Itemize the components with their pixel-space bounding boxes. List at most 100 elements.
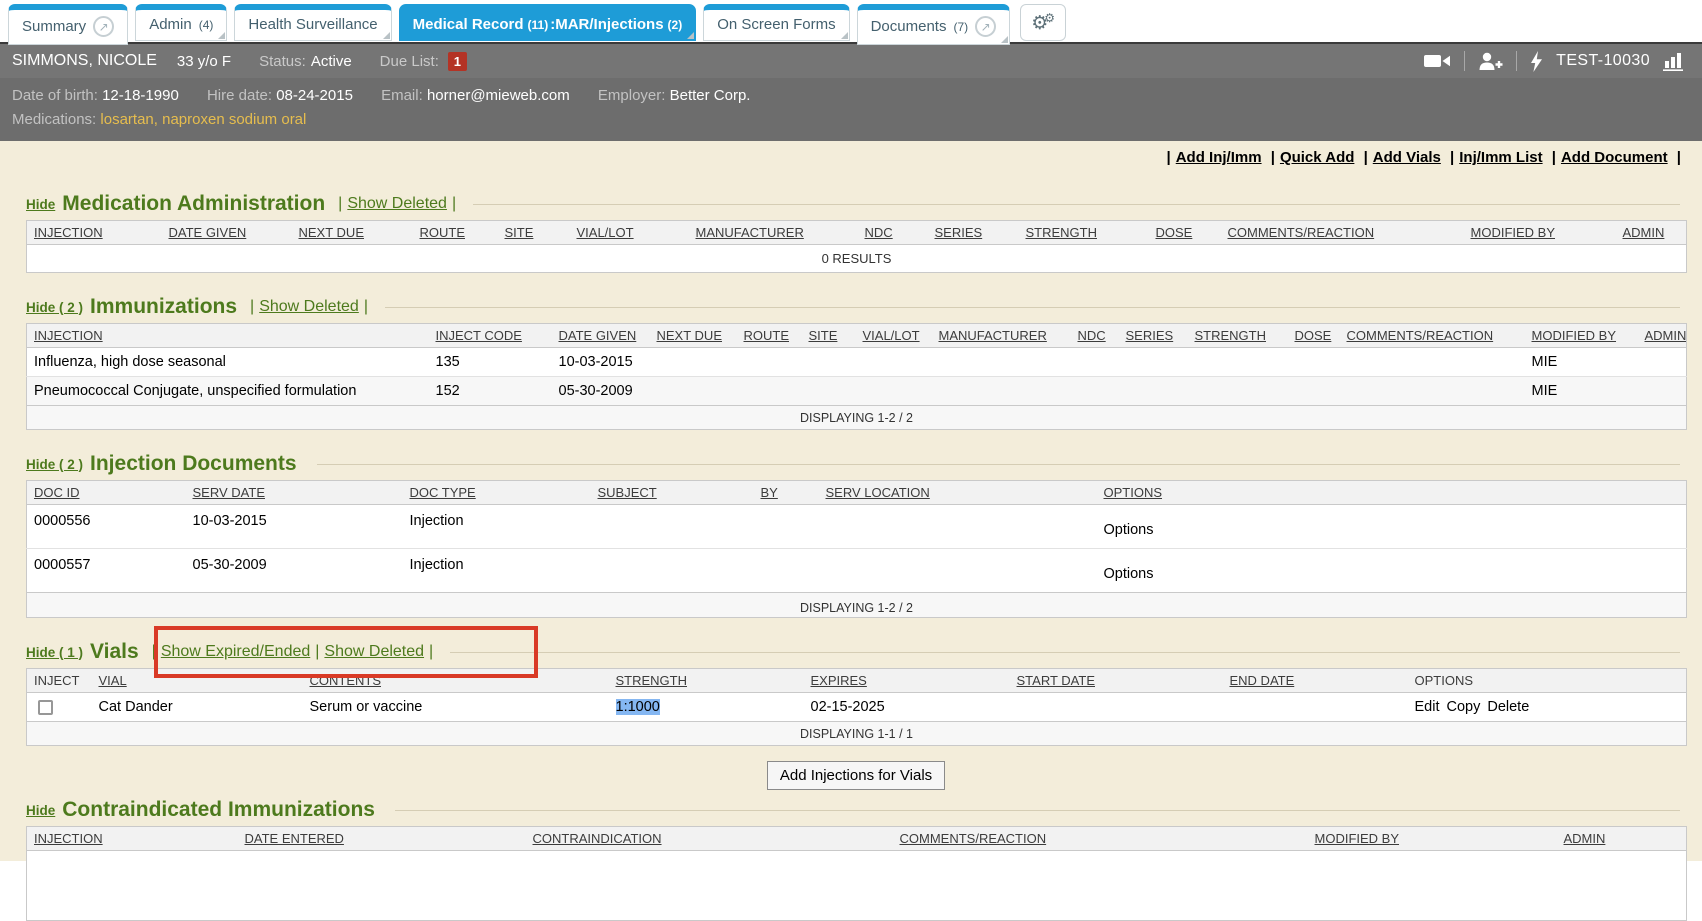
immunization-row[interactable]: Pneumococcal Conjugate, unspecified form… [27,377,1687,406]
vials-show-deleted-link[interactable]: Show Deleted [324,643,424,661]
col-by[interactable]: BY [754,481,819,505]
immunizations-hide-link[interactable]: Hide ( 2 ) [26,300,83,315]
col-start-date[interactable]: START DATE [1010,669,1223,693]
col-dose[interactable]: DOSE [1288,324,1340,348]
col-date-entered[interactable]: DATE ENTERED [238,827,526,851]
patient-bar-actions: TEST-10030 [1424,51,1686,72]
medication-link[interactable]: losartan [100,111,153,128]
col-strength[interactable]: STRENGTH [1188,324,1288,348]
settings-button[interactable]: ⚙ ⚙ [1020,4,1066,41]
col-next-due[interactable]: NEXT DUE [292,221,413,245]
inj-imm-list-link[interactable]: Inj/Imm List [1459,149,1542,166]
edit-link[interactable]: Edit [1415,699,1440,715]
vials-hide-link[interactable]: Hide ( 1 ) [26,645,83,660]
col-series[interactable]: SERIES [928,221,1019,245]
col-vial-lot[interactable]: VIAL/LOT [856,324,932,348]
col-route[interactable]: ROUTE [737,324,802,348]
document-row[interactable]: 0000556 10-03-2015 Injection Options [27,505,1687,549]
col-serv-date[interactable]: SERV DATE [186,481,403,505]
col-comments-reaction[interactable]: COMMENTS/REACTION [1221,221,1464,245]
delete-link[interactable]: Delete [1487,699,1529,715]
col-admin[interactable]: ADMIN [1616,221,1687,245]
col-injection[interactable]: INJECTION [27,324,429,348]
col-vial[interactable]: VIAL [92,669,303,693]
open-in-new-icon[interactable]: ↗ [975,16,996,37]
col-dose[interactable]: DOSE [1149,221,1221,245]
vial-contents: Serum or vaccine [303,693,609,722]
col-modified-by[interactable]: MODIFIED BY [1525,324,1638,348]
add-inj-imm-link[interactable]: Add Inj/Imm [1176,149,1262,166]
col-comments-reaction[interactable]: COMMENTS/REACTION [1340,324,1525,348]
col-doc-id[interactable]: DOC ID [27,481,186,505]
col-injection[interactable]: INJECTION [27,221,162,245]
col-next-due[interactable]: NEXT DUE [650,324,737,348]
col-inject-code[interactable]: INJECT CODE [429,324,552,348]
col-expires[interactable]: EXPIRES [804,669,1010,693]
col-manufacturer[interactable]: MANUFACTURER [932,324,1071,348]
col-manufacturer[interactable]: MANUFACTURER [689,221,858,245]
tab-documents[interactable]: Documents (7) ↗ [857,4,1011,45]
immunizations-show-deleted-link[interactable]: Show Deleted [259,298,359,316]
mar-show-deleted-link[interactable]: Show Deleted [347,195,447,213]
vial-select-checkbox[interactable] [38,700,53,715]
tab-admin[interactable]: Admin (4) [135,4,227,41]
tab-on-screen-forms[interactable]: On Screen Forms [703,4,849,41]
col-subject[interactable]: SUBJECT [591,481,754,505]
document-row[interactable]: 0000557 05-30-2009 Injection Options [27,549,1687,593]
medications-label: Medications: [12,111,96,128]
immunizations-section-title: Immunizations [90,295,237,319]
options-menu[interactable]: Options [1097,505,1687,549]
col-contraindication[interactable]: CONTRAINDICATION [526,827,893,851]
col-end-date[interactable]: END DATE [1223,669,1408,693]
col-site[interactable]: SITE [802,324,856,348]
col-ndc[interactable]: NDC [1071,324,1119,348]
col-admin[interactable]: ADMIN [1557,827,1687,851]
col-admin[interactable]: ADMIN [1638,324,1687,348]
lightning-icon[interactable] [1530,51,1543,72]
add-document-link[interactable]: Add Document [1561,149,1668,166]
immunizations-table: INJECTION INJECT CODE DATE GIVEN NEXT DU… [26,323,1687,430]
col-vial-lot[interactable]: VIAL/LOT [570,221,689,245]
col-options[interactable]: OPTIONS [1097,481,1687,505]
vials-show-expired-link[interactable]: Show Expired/Ended [161,643,310,661]
open-in-new-icon[interactable]: ↗ [93,16,114,37]
col-date-given[interactable]: DATE GIVEN [552,324,650,348]
col-strength[interactable]: STRENGTH [1019,221,1149,245]
col-injection[interactable]: INJECTION [27,827,238,851]
status-label: Status: [259,53,306,70]
col-comments-reaction[interactable]: COMMENTS/REACTION [893,827,1308,851]
patient-header-bar: SIMMONS, NICOLE 33 y/o F Status: Active … [0,42,1702,78]
immunization-row[interactable]: Influenza, high dose seasonal 135 10-03-… [27,348,1687,377]
add-injections-for-vials-button[interactable]: Add Injections for Vials [767,761,945,790]
col-modified-by[interactable]: MODIFIED BY [1464,221,1616,245]
divider [450,652,1680,653]
col-ndc[interactable]: NDC [858,221,928,245]
col-doc-type[interactable]: DOC TYPE [403,481,591,505]
col-serv-location[interactable]: SERV LOCATION [819,481,1097,505]
vial-row[interactable]: Cat Dander Serum or vaccine 1:1000 02-15… [27,693,1687,722]
copy-link[interactable]: Copy [1447,699,1481,715]
mar-hide-link[interactable]: Hide [26,197,55,212]
due-list-badge[interactable]: 1 [448,52,467,71]
tab-summary[interactable]: Summary ↗ [8,4,128,45]
injection-documents-table: DOC ID SERV DATE DOC TYPE SUBJECT BY SER… [26,480,1687,618]
col-series[interactable]: SERIES [1119,324,1188,348]
col-contents[interactable]: CONTENTS [303,669,609,693]
add-vials-link[interactable]: Add Vials [1373,149,1441,166]
injection-documents-hide-link[interactable]: Hide ( 2 ) [26,457,83,472]
tab-health-surveillance[interactable]: Health Surveillance [234,4,391,41]
col-site[interactable]: SITE [498,221,570,245]
results-count: 0 RESULTS [27,245,1687,273]
contraindicated-hide-link[interactable]: Hide [26,803,55,818]
col-modified-by[interactable]: MODIFIED BY [1308,827,1557,851]
quick-add-link[interactable]: Quick Add [1280,149,1354,166]
tab-medical-record[interactable]: Medical Record (11) :MAR/Injections (2) [399,4,697,41]
bar-chart-icon[interactable] [1663,51,1686,71]
video-camera-icon[interactable] [1424,53,1451,69]
col-date-given[interactable]: DATE GIVEN [162,221,292,245]
col-strength[interactable]: STRENGTH [609,669,804,693]
medication-link[interactable]: naproxen sodium oral [162,111,306,128]
add-patient-icon[interactable] [1478,52,1503,71]
col-route[interactable]: ROUTE [413,221,498,245]
options-menu[interactable]: Options [1097,549,1687,593]
